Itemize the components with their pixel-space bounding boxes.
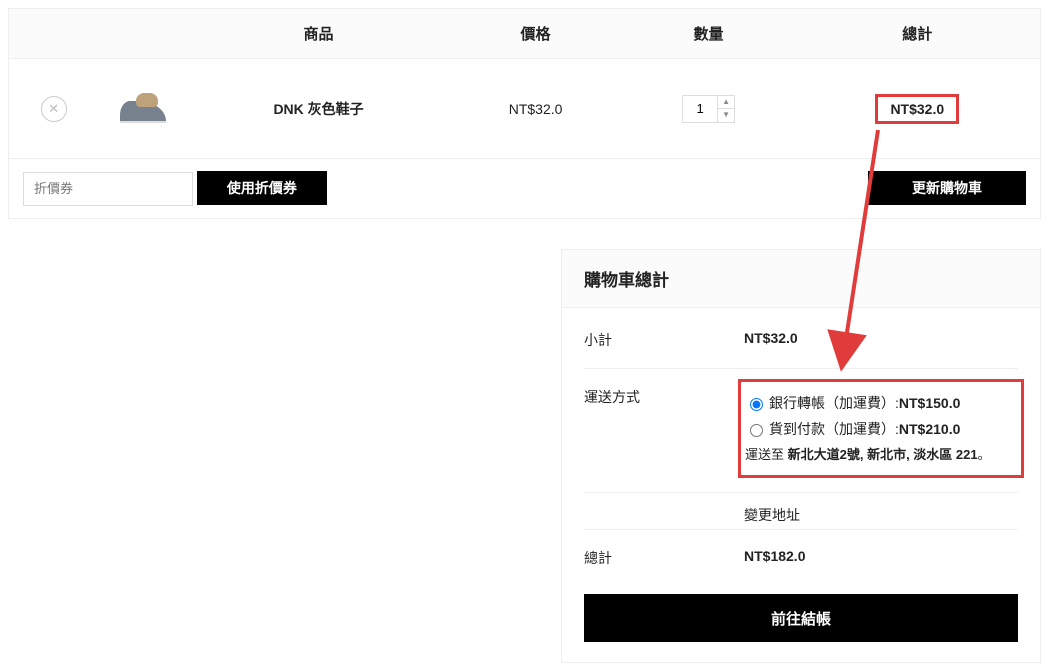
cart-totals-panel: 購物車總計 小計 NT$32.0 運送方式 銀行轉帳（加運費）: NT$150.… [561,249,1041,664]
subtotal-label: 小計 [584,330,744,350]
header-price: 價格 [449,9,623,59]
chevron-up-icon[interactable]: ▲ [718,96,734,109]
coupon-input[interactable] [23,172,193,206]
product-price: NT$32.0 [449,59,623,159]
shipping-option-price: NT$150.0 [899,390,960,417]
line-subtotal: NT$32.0 [875,94,959,124]
quantity-stepper[interactable]: ▲ ▼ [682,95,735,123]
shipping-radio-cod[interactable] [750,424,763,437]
table-row: ✕ DNK 灰色鞋子 NT$32.0 ▲ ▼ NT [9,59,1041,159]
header-product: 商品 [189,9,449,59]
chevron-down-icon[interactable]: ▼ [718,109,734,121]
close-icon: ✕ [48,101,59,117]
checkout-button[interactable]: 前往結帳 [584,594,1018,642]
ship-to-text: 運送至 新北大道2號, 新北市, 淡水區 221。 [745,443,1013,468]
cart-actions-row: 使用折價券 更新購物車 [9,159,1041,219]
quantity-input[interactable] [683,96,717,122]
header-quantity: 數量 [623,9,795,59]
shipping-option-cod[interactable]: 貨到付款（加運費）: NT$210.0 [745,416,1013,443]
cart-totals-title: 購物車總計 [562,250,1040,308]
total-value: NT$182.0 [744,548,1018,568]
apply-coupon-button[interactable]: 使用折價券 [197,171,327,205]
shipping-radio-bank[interactable] [750,398,763,411]
shipping-option-price: NT$210.0 [899,416,960,443]
remove-item-button[interactable]: ✕ [41,96,67,122]
shipping-option-label: 銀行轉帳（加運費）: [769,390,899,417]
change-address-link[interactable]: 變更地址 [744,493,1018,529]
update-cart-button[interactable]: 更新購物車 [868,171,1026,205]
header-subtotal: 總計 [795,9,1041,59]
header-thumb [99,9,189,59]
header-remove [9,9,99,59]
cart-table: 商品 價格 數量 總計 ✕ DNK 灰色鞋子 NT$32.0 [8,8,1041,219]
shoe-icon [120,101,166,127]
shipping-options-box: 銀行轉帳（加運費）: NT$150.0 貨到付款（加運費）: NT$210.0 … [738,379,1024,479]
shipping-option-label: 貨到付款（加運費）: [769,416,899,443]
total-label: 總計 [584,548,744,568]
product-thumbnail[interactable] [114,77,174,137]
product-name[interactable]: DNK 灰色鞋子 [189,59,449,159]
shipping-label: 運送方式 [584,387,744,407]
shipping-option-bank[interactable]: 銀行轉帳（加運費）: NT$150.0 [745,390,1013,417]
subtotal-value: NT$32.0 [744,330,1018,350]
